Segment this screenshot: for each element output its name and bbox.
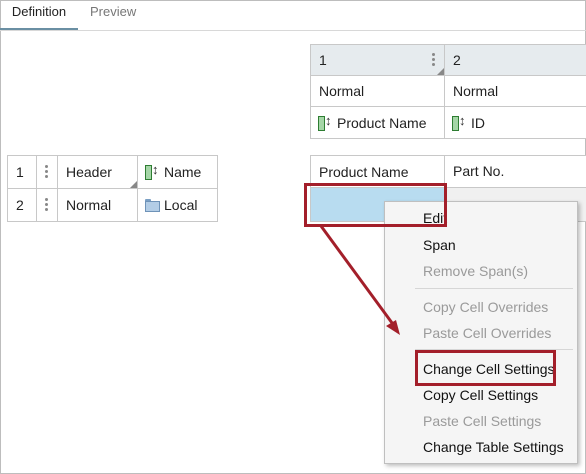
cell-text: Part No.	[453, 163, 505, 179]
row-2-style[interactable]: Normal	[57, 188, 138, 222]
menu-separator	[415, 288, 573, 289]
row-index-label: 1	[16, 164, 24, 180]
row-1-field[interactable]: ↕ Name	[137, 155, 218, 189]
column-1-header[interactable]: 1	[310, 44, 445, 76]
menu-item-change-table-settings[interactable]: Change Table Settings	[423, 439, 564, 455]
row-1-grip[interactable]	[36, 155, 58, 189]
row-2-index[interactable]: 2	[7, 188, 37, 222]
column-1-field[interactable]: ↕ Product Name	[310, 106, 445, 139]
menu-item-edit[interactable]: Edit	[423, 210, 447, 226]
row-style-label: Header	[66, 164, 112, 180]
cell-text: Product Name	[319, 163, 409, 180]
menu-item-remove-span[interactable]: Remove Span(s)	[423, 263, 528, 279]
grip-icon[interactable]	[432, 53, 435, 67]
cell-product-name[interactable]: Product Name	[310, 155, 445, 188]
column-2-index: 2	[453, 52, 461, 68]
row-2-field[interactable]: Local	[137, 188, 218, 222]
menu-item-change-cell-settings[interactable]: Change Cell Settings	[423, 361, 555, 377]
tab-divider	[0, 30, 586, 31]
row-field-label: Name	[164, 164, 202, 180]
column-1-style[interactable]: Normal	[310, 75, 445, 107]
column-2-style-label: Normal	[453, 83, 499, 99]
menu-separator	[415, 349, 573, 350]
column-2-style[interactable]: Normal	[444, 75, 586, 107]
row-2-grip[interactable]	[36, 188, 58, 222]
row-1-style[interactable]: Header	[57, 155, 138, 189]
menu-item-copy-cell-settings[interactable]: Copy Cell Settings	[423, 387, 538, 403]
tab-bar: Definition Preview	[0, 0, 586, 31]
menu-item-span[interactable]: Span	[423, 237, 456, 253]
field-icon: ↕	[318, 113, 332, 131]
tab-definition[interactable]: Definition	[0, 0, 78, 31]
menu-item-copy-cell-overrides[interactable]: Copy Cell Overrides	[423, 299, 548, 315]
row-index-label: 2	[16, 197, 24, 213]
folder-icon	[145, 199, 160, 212]
corner-marker-icon	[437, 68, 444, 75]
column-2-field[interactable]: ↕ ID	[444, 106, 586, 139]
row-1-index[interactable]: 1	[7, 155, 37, 189]
menu-item-paste-cell-overrides[interactable]: Paste Cell Overrides	[423, 325, 551, 341]
row-field-label: Local	[164, 197, 198, 213]
row-style-label: Normal	[66, 197, 112, 213]
field-icon: ↕	[145, 163, 159, 180]
context-menu: Edit Span Remove Span(s) Copy Cell Overr…	[384, 201, 578, 464]
column-1-index: 1	[319, 52, 327, 68]
tab-preview[interactable]: Preview	[90, 0, 136, 28]
column-2-header[interactable]: 2	[444, 44, 586, 76]
field-icon: ↕	[452, 113, 466, 131]
grip-icon[interactable]	[45, 165, 48, 179]
grip-icon[interactable]	[45, 198, 48, 212]
column-2-field-label: ID	[471, 114, 485, 131]
corner-marker-icon	[130, 181, 137, 188]
cell-part-no[interactable]: Part No.	[444, 155, 586, 188]
menu-item-paste-cell-settings[interactable]: Paste Cell Settings	[423, 413, 541, 429]
column-1-field-label: Product Name	[337, 114, 427, 131]
column-1-style-label: Normal	[319, 83, 365, 99]
